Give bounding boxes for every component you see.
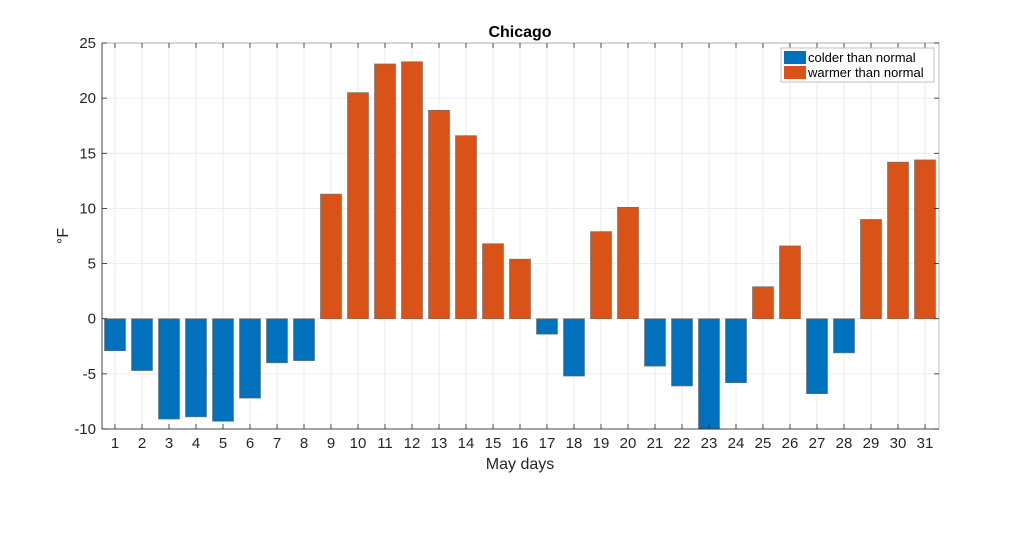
bar-chart: -10-50510152025 1 2 3 4 5 6 7 8 9 10 11 12 13 14 15 16 1… — [55, 24, 940, 473]
bar-day-13 — [428, 109, 450, 320]
y-tick-label: 10 — [79, 200, 96, 217]
y-tick-label: 20 — [79, 90, 96, 107]
legend: colder than normal warmer than normal — [780, 47, 935, 83]
x-tick-label: 22 — [674, 435, 691, 452]
x-tick-label: 27 — [809, 435, 826, 452]
x-tick-label: 9 — [327, 435, 335, 452]
x-tick-label: 7 — [273, 435, 281, 452]
x-tick-label: 23 — [701, 435, 718, 452]
legend-label-warmer: warmer than normal — [807, 65, 924, 80]
bar-day-30 — [887, 161, 909, 320]
y-tick-label: 0 — [88, 311, 96, 328]
x-tick-label: 13 — [431, 435, 448, 452]
x-tick-label: 10 — [350, 435, 367, 452]
x-tick-label: 29 — [863, 435, 880, 452]
x-tick-label: 20 — [620, 435, 637, 452]
x-tick-label: 11 — [377, 435, 393, 452]
bar-day-26 — [779, 245, 801, 320]
y-axis-label: °F — [55, 228, 72, 244]
bar-day-21 — [644, 318, 666, 367]
bar-day-27 — [806, 318, 828, 395]
legend-swatch-colder — [784, 51, 806, 64]
legend-label-colder: colder than normal — [808, 50, 916, 65]
x-tick-label: 2 — [138, 435, 146, 452]
x-tick-label: 30 — [890, 435, 907, 452]
x-tick-label: 26 — [782, 435, 799, 452]
bar-day-20 — [617, 207, 639, 320]
bar-day-25 — [752, 286, 774, 320]
x-tick-label: 31 — [917, 435, 934, 452]
chart-title: Chicago — [488, 24, 551, 41]
x-tick-label: 3 — [165, 435, 173, 452]
x-tick-label: 18 — [566, 435, 583, 452]
bar-day-15 — [482, 243, 504, 320]
bar-day-28 — [833, 318, 855, 354]
bar-day-6 — [239, 318, 261, 399]
bar-day-22 — [671, 318, 693, 387]
y-tick-label: -5 — [83, 366, 96, 383]
bar-day-19 — [590, 231, 612, 320]
x-tick-label: 28 — [836, 435, 853, 452]
x-tick-label: 5 — [219, 435, 227, 452]
bar-day-14 — [455, 135, 477, 320]
bar-day-8 — [293, 318, 315, 361]
x-tick-label: 15 — [485, 435, 502, 452]
bar-day-12 — [401, 61, 423, 320]
x-tick-label: 16 — [512, 435, 529, 452]
bar-day-11 — [374, 63, 396, 320]
bar-day-7 — [266, 318, 288, 364]
x-tick-label: 21 — [647, 435, 664, 452]
bar-day-4 — [185, 318, 207, 418]
bar-day-3 — [158, 318, 180, 420]
x-tick-label: 19 — [593, 435, 610, 452]
bar-day-17 — [536, 318, 558, 335]
x-tick-label: 8 — [300, 435, 308, 452]
x-tick-label: 4 — [192, 435, 200, 452]
y-tick-labels: -10 -5 0 5 10 15 20 25 — [74, 35, 96, 438]
bar-day-10 — [347, 92, 369, 320]
bar-day-9 — [320, 193, 342, 320]
bar-day-31 — [914, 159, 936, 320]
y-tick-label: 5 — [88, 256, 96, 273]
x-tick-label: 25 — [755, 435, 772, 452]
legend-swatch-warmer — [784, 66, 806, 79]
bar-day-23 — [698, 318, 720, 430]
bar-day-18 — [563, 318, 585, 377]
x-tick-label: 14 — [458, 435, 475, 452]
x-tick-label: 17 — [539, 435, 556, 452]
y-tick-label: 15 — [79, 145, 96, 162]
bar-day-5 — [212, 318, 234, 422]
y-tick-label: -10 — [74, 421, 96, 438]
x-tick-labels: 1 2 3 4 5 6 7 8 9 10 11 12 13 14 15 16 17 18 19 20 21 22 23 24 2… — [111, 435, 934, 452]
bar-day-2 — [131, 318, 153, 371]
x-tick-label: 24 — [728, 435, 745, 452]
x-tick-label: 1 — [111, 435, 119, 452]
y-tick-label: 25 — [79, 35, 96, 52]
x-tick-label: 12 — [404, 435, 421, 452]
bar-day-24 — [725, 318, 747, 383]
bar-day-1 — [104, 318, 126, 351]
bar-day-16 — [509, 258, 531, 320]
x-axis-label: May days — [486, 456, 554, 473]
x-tick-label: 6 — [246, 435, 254, 452]
bar-day-29 — [860, 219, 882, 320]
